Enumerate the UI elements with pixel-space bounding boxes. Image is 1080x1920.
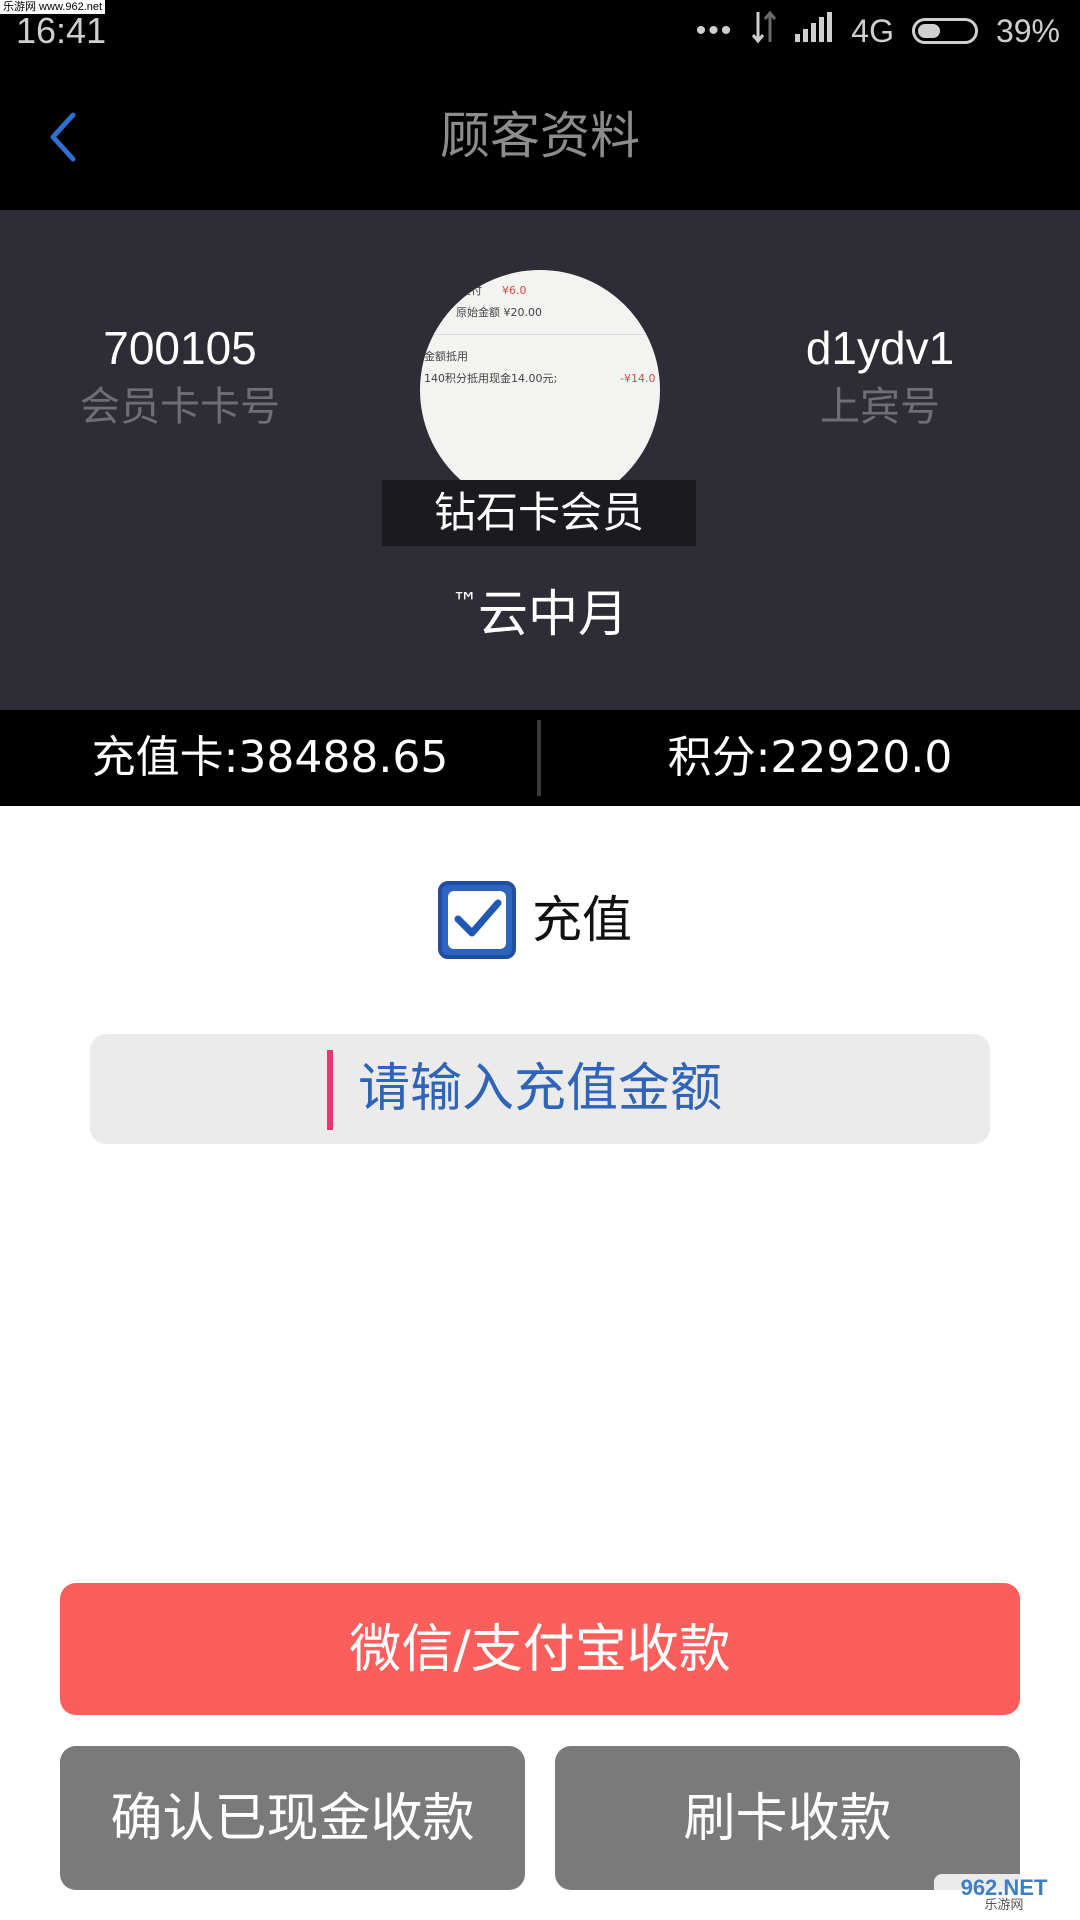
avatar-text-points-value: -¥14.0 <box>620 372 656 385</box>
card-number-label: 会员卡卡号 <box>80 384 280 430</box>
guest-number-label: 上宾号 <box>820 384 940 430</box>
watermark-logo-bottom: 乐游网 <box>984 1898 1024 1913</box>
recharge-label: 充值 <box>532 891 632 949</box>
customer-profile-screen: 16:41 ••• 4G 39% 乐游网 www.962.net 顾客资料 70… <box>0 0 1080 1920</box>
guest-number-value: d1ydv1 <box>805 322 955 374</box>
status-time: 16:41 <box>16 10 107 51</box>
watermark-top: 乐游网 www.962.net <box>0 0 106 14</box>
points-balance: 积分:22920.0 <box>667 732 953 783</box>
checkmark-icon <box>448 891 506 949</box>
watermark-logo-top: 962.NET <box>960 1875 1048 1900</box>
notification-dots-icon: ••• <box>695 14 734 47</box>
trademark-symbol: ™ <box>452 588 478 618</box>
status-indicators: ••• 4G 39% <box>696 8 1060 54</box>
battery-percent: 39% <box>995 12 1060 49</box>
signal-icon <box>795 12 833 50</box>
avatar-text-pay-label: 支付 <box>460 284 482 297</box>
member-name-text: 云中月 <box>478 585 628 643</box>
card-number-stat: 700105 会员卡卡号 <box>30 320 330 434</box>
member-name: ™云中月 <box>0 570 1080 647</box>
recharge-checkbox-row[interactable]: 充值 <box>438 880 632 960</box>
watermark-logo: 962.NET 乐游网 <box>934 1874 1074 1916</box>
network-type: 4G <box>851 12 894 49</box>
guest-number-stat: d1ydv1 上宾号 <box>730 320 1030 434</box>
card-number-value: 700105 <box>103 322 257 374</box>
avatar-text-points: 140积分抵用现金14.00元; <box>424 372 558 385</box>
app-header: 顾客资料 <box>0 62 1080 210</box>
avatar-text-pay-value: ¥6.0 <box>502 284 527 297</box>
text-cursor <box>327 1050 333 1130</box>
recharge-amount-input[interactable] <box>90 1034 990 1144</box>
data-transfer-icon <box>751 10 777 52</box>
member-level-badge: 钻石卡会员 <box>382 480 696 546</box>
avatar-divider <box>420 334 660 335</box>
recharge-card-balance: 充值卡:38488.65 <box>91 732 449 783</box>
card-pay-button[interactable]: 刷卡收款 <box>555 1746 1020 1890</box>
balance-bar: 充值卡:38488.65 积分:22920.0 <box>0 710 1080 806</box>
avatar-text-deduct: 金额抵用 <box>424 350 468 363</box>
status-bar: 16:41 ••• 4G 39% 乐游网 www.962.net <box>0 0 1080 62</box>
wechat-alipay-pay-button[interactable]: 微信/支付宝收款 <box>60 1583 1020 1715</box>
profile-panel: 700105 会员卡卡号 支付 ¥6.0 原始金额 ¥20.00 金额抵用 14… <box>0 210 1080 710</box>
battery-icon <box>911 18 978 44</box>
avatar[interactable]: 支付 ¥6.0 原始金额 ¥20.00 金额抵用 140积分抵用现金14.00元… <box>420 270 660 510</box>
avatar-text-original: 原始金额 ¥20.00 <box>456 306 542 319</box>
confirm-cash-button[interactable]: 确认已现金收款 <box>60 1746 525 1890</box>
recharge-checkbox[interactable] <box>438 881 516 959</box>
page-title: 顾客资料 <box>440 107 640 165</box>
